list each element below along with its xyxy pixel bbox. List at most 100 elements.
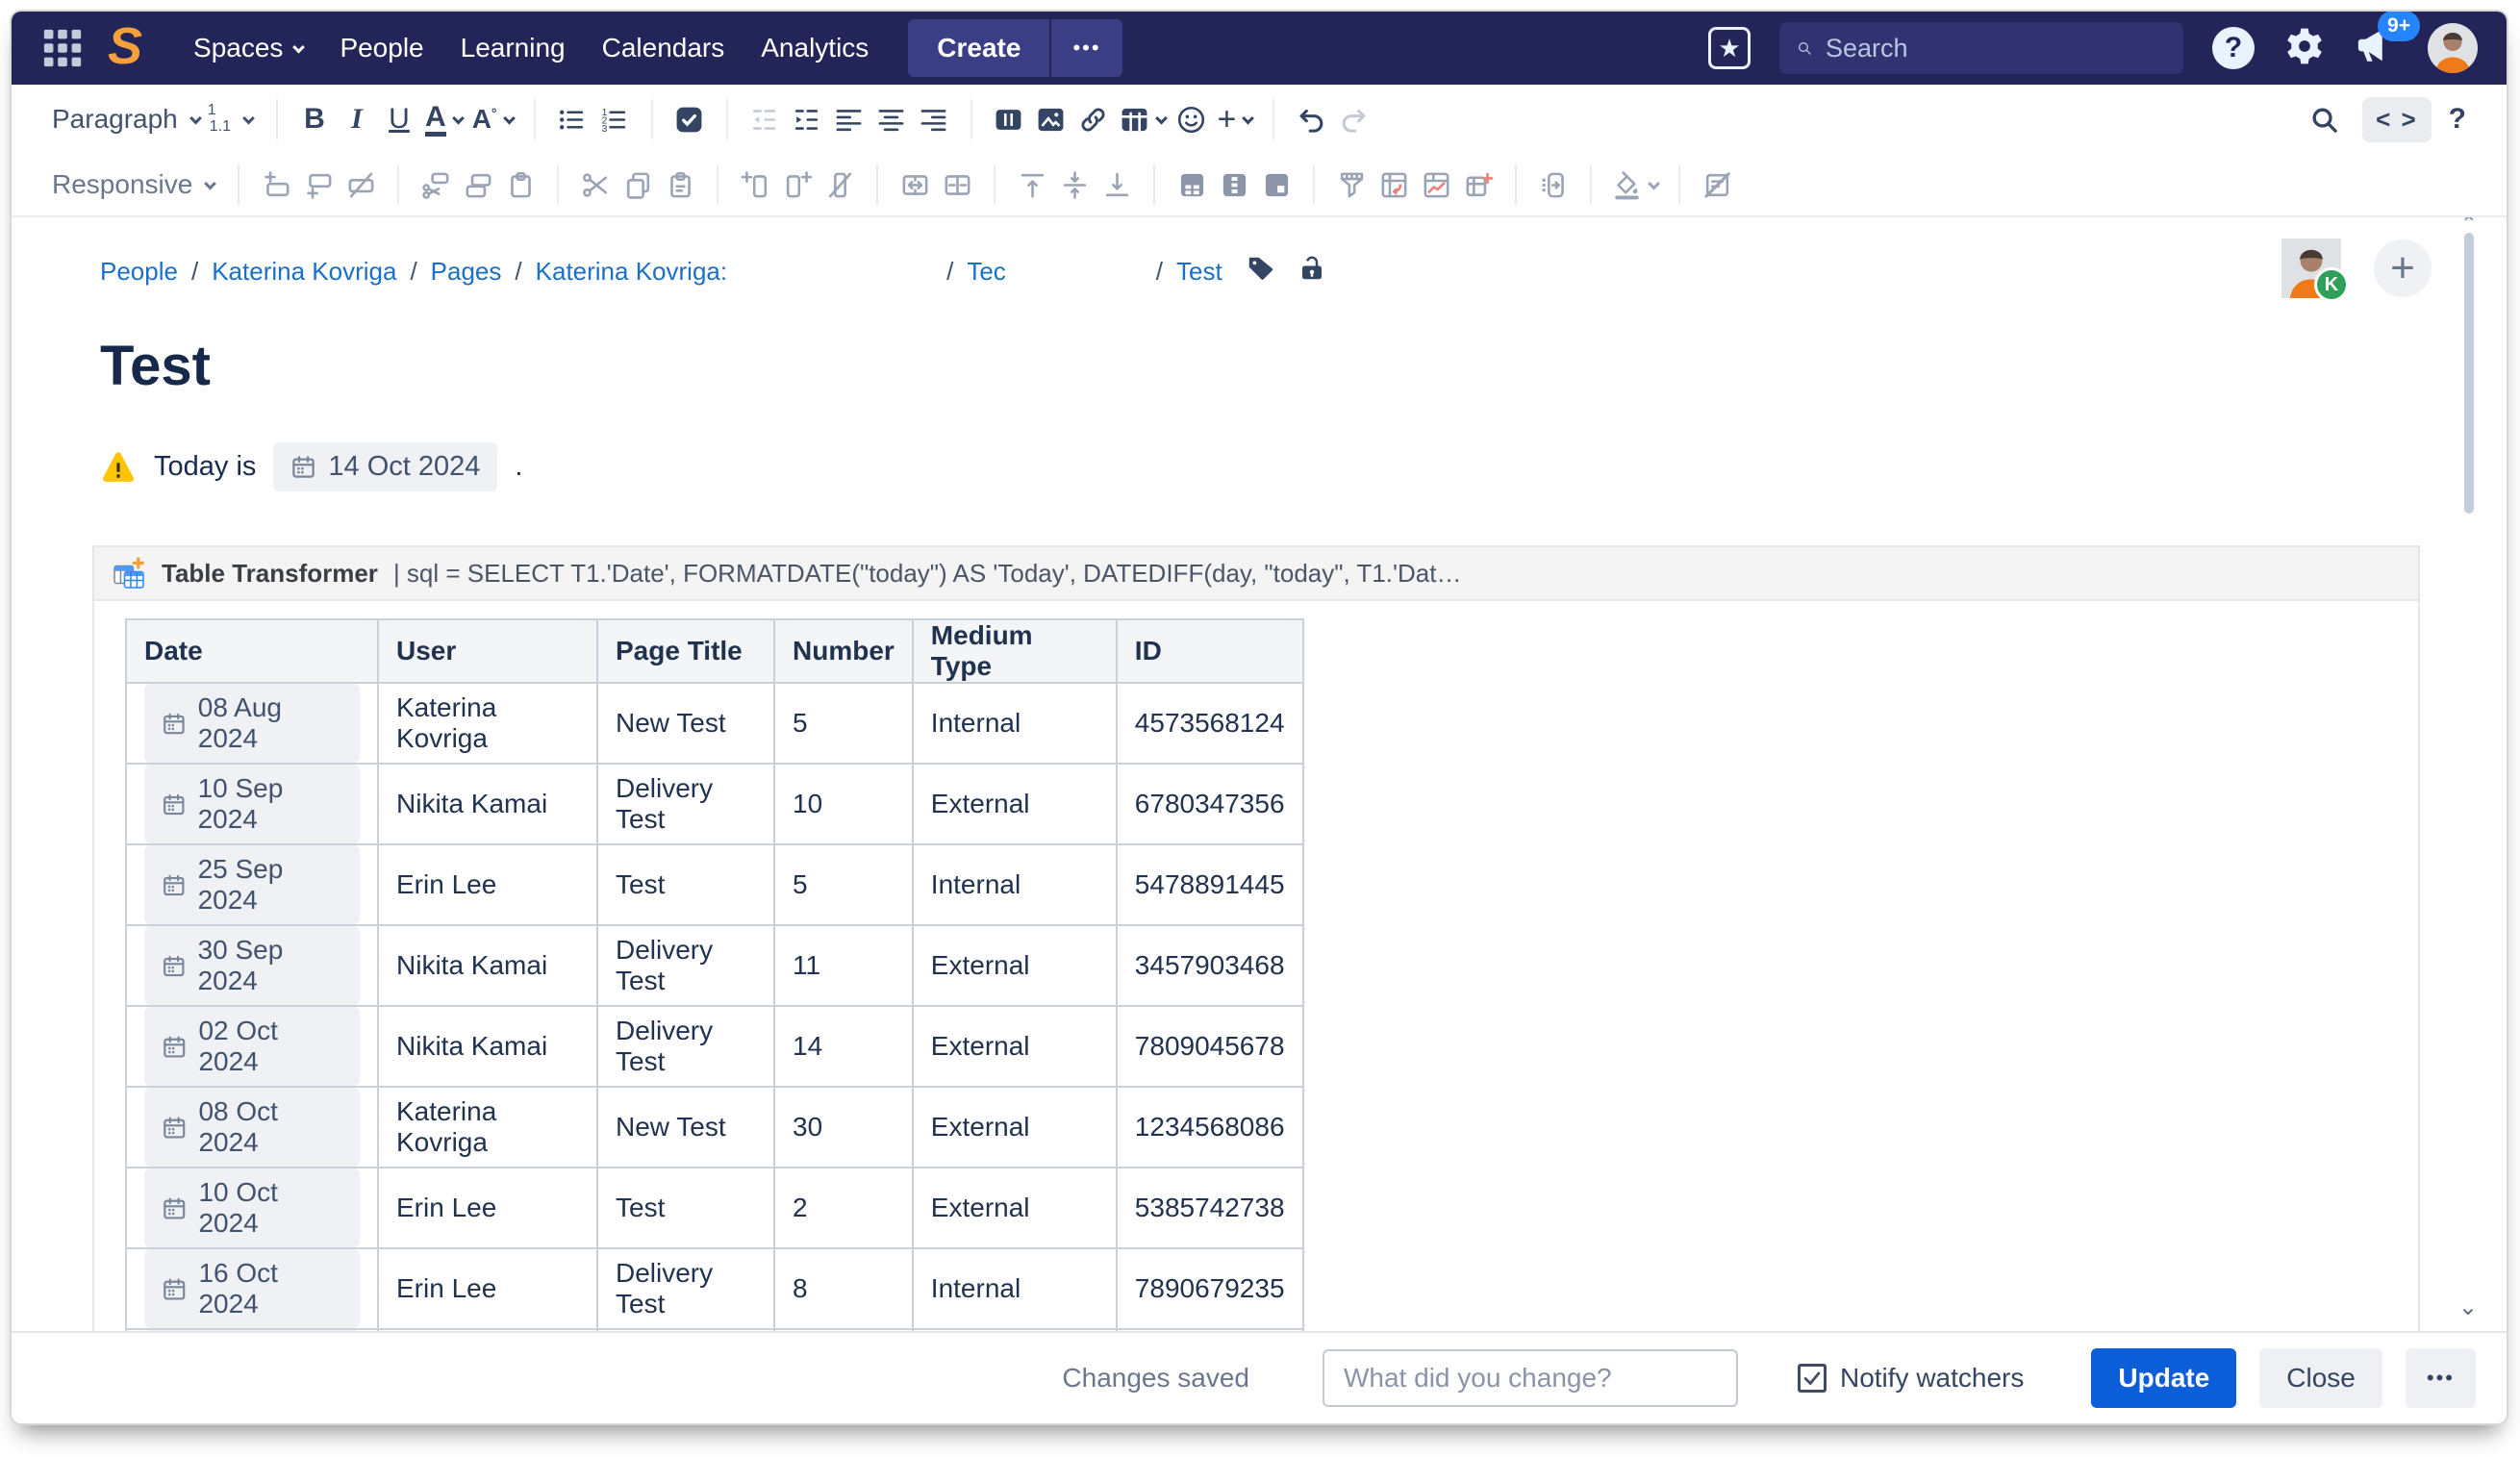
date-chip[interactable]: 02 Oct 2024 xyxy=(144,1007,360,1086)
number-cell[interactable]: 10 xyxy=(774,764,913,844)
numbered-heading-select[interactable]: 11.1 xyxy=(208,103,253,136)
id-cell[interactable]: 5385742738 xyxy=(1117,1168,1303,1248)
add-column-right-button[interactable] xyxy=(776,162,819,208)
user-cell[interactable]: Erin Lee xyxy=(378,1248,597,1329)
bullet-list-button[interactable] xyxy=(551,96,593,142)
source-editor-toggle[interactable]: < > xyxy=(2362,97,2432,142)
column-header-id[interactable]: ID xyxy=(1117,619,1303,683)
date-chip[interactable]: 21 Oct 2024 xyxy=(144,1330,360,1331)
page-title-cell[interactable]: Delivery Test xyxy=(597,1248,774,1329)
split-cells-button[interactable] xyxy=(936,162,978,208)
page-title-cell[interactable]: Test xyxy=(597,1168,774,1248)
align-right-button[interactable] xyxy=(913,96,955,142)
nav-people[interactable]: People xyxy=(340,33,423,63)
user-cell[interactable]: Nikita Kamai xyxy=(378,764,597,844)
copy-button[interactable] xyxy=(617,162,659,208)
breadcrumb-pages[interactable]: Pages xyxy=(431,257,502,287)
cut-row-button[interactable] xyxy=(415,162,457,208)
add-column-left-button[interactable] xyxy=(734,162,776,208)
underline-button[interactable]: U xyxy=(378,96,420,142)
breadcrumb-people[interactable]: People xyxy=(100,257,178,287)
search-input[interactable] xyxy=(1826,34,2166,63)
column-header-number[interactable]: Number xyxy=(774,619,913,683)
header-row-toggle-button[interactable] xyxy=(1171,162,1213,208)
date-cell[interactable]: 21 Oct 2024 xyxy=(126,1329,378,1331)
number-cell[interactable]: 14 xyxy=(774,1006,913,1087)
labels-button[interactable] xyxy=(1246,254,1274,289)
number-cell[interactable]: 5 xyxy=(774,683,913,764)
breadcrumb-current-page[interactable]: Test xyxy=(1176,257,1222,287)
insert-more-button[interactable]: + xyxy=(1213,96,1258,142)
id-cell[interactable]: 7890679235 xyxy=(1117,1248,1303,1329)
insert-table-button[interactable] xyxy=(1115,96,1171,142)
notify-checkbox[interactable] xyxy=(1798,1364,1827,1393)
medium-type-cell[interactable]: External xyxy=(913,1006,1117,1087)
page-title-cell[interactable]: New Test xyxy=(597,683,774,764)
undo-button[interactable] xyxy=(1290,96,1332,142)
global-search[interactable] xyxy=(1779,22,2183,74)
number-cell[interactable]: 11 xyxy=(774,925,913,1006)
chart-from-table-button[interactable] xyxy=(1415,162,1457,208)
editor-scrollbar[interactable] xyxy=(2464,233,2474,514)
add-row-above-button[interactable] xyxy=(255,162,297,208)
insert-image-button[interactable] xyxy=(1030,96,1072,142)
task-list-button[interactable] xyxy=(668,96,711,142)
user-cell[interactable]: Katerina Kovriga xyxy=(378,683,597,764)
date-cell[interactable]: 08 Aug 2024 xyxy=(126,683,378,764)
emoji-button[interactable] xyxy=(1171,96,1213,142)
italic-button[interactable]: I xyxy=(336,96,378,142)
filter-table-button[interactable] xyxy=(1330,162,1373,208)
date-chip[interactable]: 16 Oct 2024 xyxy=(144,1249,360,1328)
align-cell-center-button[interactable] xyxy=(1053,162,1096,208)
paragraph-style-select[interactable]: Paragraph xyxy=(52,104,200,135)
editor-help-button[interactable]: ? xyxy=(2449,103,2466,136)
insert-link-button[interactable] xyxy=(1072,96,1115,142)
table-mode-select[interactable]: Responsive xyxy=(52,169,214,200)
page-title-cell[interactable]: Delivery Test xyxy=(597,1006,774,1087)
user-cell[interactable]: Erin Lee xyxy=(378,844,597,925)
date-cell[interactable]: 16 Oct 2024 xyxy=(126,1248,378,1329)
medium-type-cell[interactable]: Internal xyxy=(913,1329,1117,1331)
column-header-page-title[interactable]: Page Title xyxy=(597,619,774,683)
align-cell-top-button[interactable] xyxy=(1011,162,1053,208)
page-layout-button[interactable] xyxy=(988,96,1030,142)
date-cell[interactable]: 08 Oct 2024 xyxy=(126,1087,378,1168)
add-row-below-button[interactable] xyxy=(297,162,340,208)
nav-spaces[interactable]: Spaces xyxy=(193,33,303,63)
starred-button[interactable]: ★ xyxy=(1708,27,1751,69)
bold-button[interactable]: B xyxy=(293,96,336,142)
create-more-button[interactable]: ••• xyxy=(1049,19,1121,77)
version-comment-input[interactable] xyxy=(1323,1349,1738,1407)
restrictions-button[interactable] xyxy=(1298,254,1326,289)
id-cell[interactable]: 1234568086 xyxy=(1117,1087,1303,1168)
redo-button[interactable] xyxy=(1332,96,1374,142)
pivot-table-button[interactable] xyxy=(1373,162,1415,208)
invite-collaborator-button[interactable]: + xyxy=(2374,239,2432,297)
page-title-cell[interactable]: Test xyxy=(597,844,774,925)
date-cell[interactable]: 02 Oct 2024 xyxy=(126,1006,378,1087)
indent-button[interactable] xyxy=(786,96,828,142)
medium-type-cell[interactable]: External xyxy=(913,1087,1117,1168)
site-logo[interactable]: S xyxy=(108,20,142,72)
date-chip[interactable]: 30 Sep 2024 xyxy=(144,926,360,1005)
page-title-cell[interactable]: Test xyxy=(597,1329,774,1331)
settings-button[interactable] xyxy=(2283,25,2326,72)
user-cell[interactable]: Nikita Kamai xyxy=(378,1006,597,1087)
outdent-button[interactable] xyxy=(743,96,786,142)
find-replace-button[interactable] xyxy=(2303,96,2345,142)
date-chip[interactable]: 08 Oct 2024 xyxy=(144,1088,360,1167)
merge-cells-button[interactable] xyxy=(894,162,936,208)
date-chip[interactable]: 25 Sep 2024 xyxy=(144,845,360,924)
date-cell[interactable]: 10 Oct 2024 xyxy=(126,1168,378,1248)
id-cell[interactable]: 2345678978 xyxy=(1117,1329,1303,1331)
date-chip[interactable]: 10 Oct 2024 xyxy=(144,1168,360,1247)
cut-button[interactable] xyxy=(574,162,617,208)
number-cell[interactable]: 5 xyxy=(774,844,913,925)
editor-avatar[interactable]: K xyxy=(2281,239,2341,298)
breadcrumb-user[interactable]: Katerina Kovriga xyxy=(212,257,396,287)
user-cell[interactable]: Nikita Kamai xyxy=(378,925,597,1006)
date-cell[interactable]: 10 Sep 2024 xyxy=(126,764,378,844)
paste-button[interactable] xyxy=(659,162,701,208)
date-cell[interactable]: 30 Sep 2024 xyxy=(126,925,378,1006)
numbered-list-button[interactable]: 123 xyxy=(593,96,636,142)
